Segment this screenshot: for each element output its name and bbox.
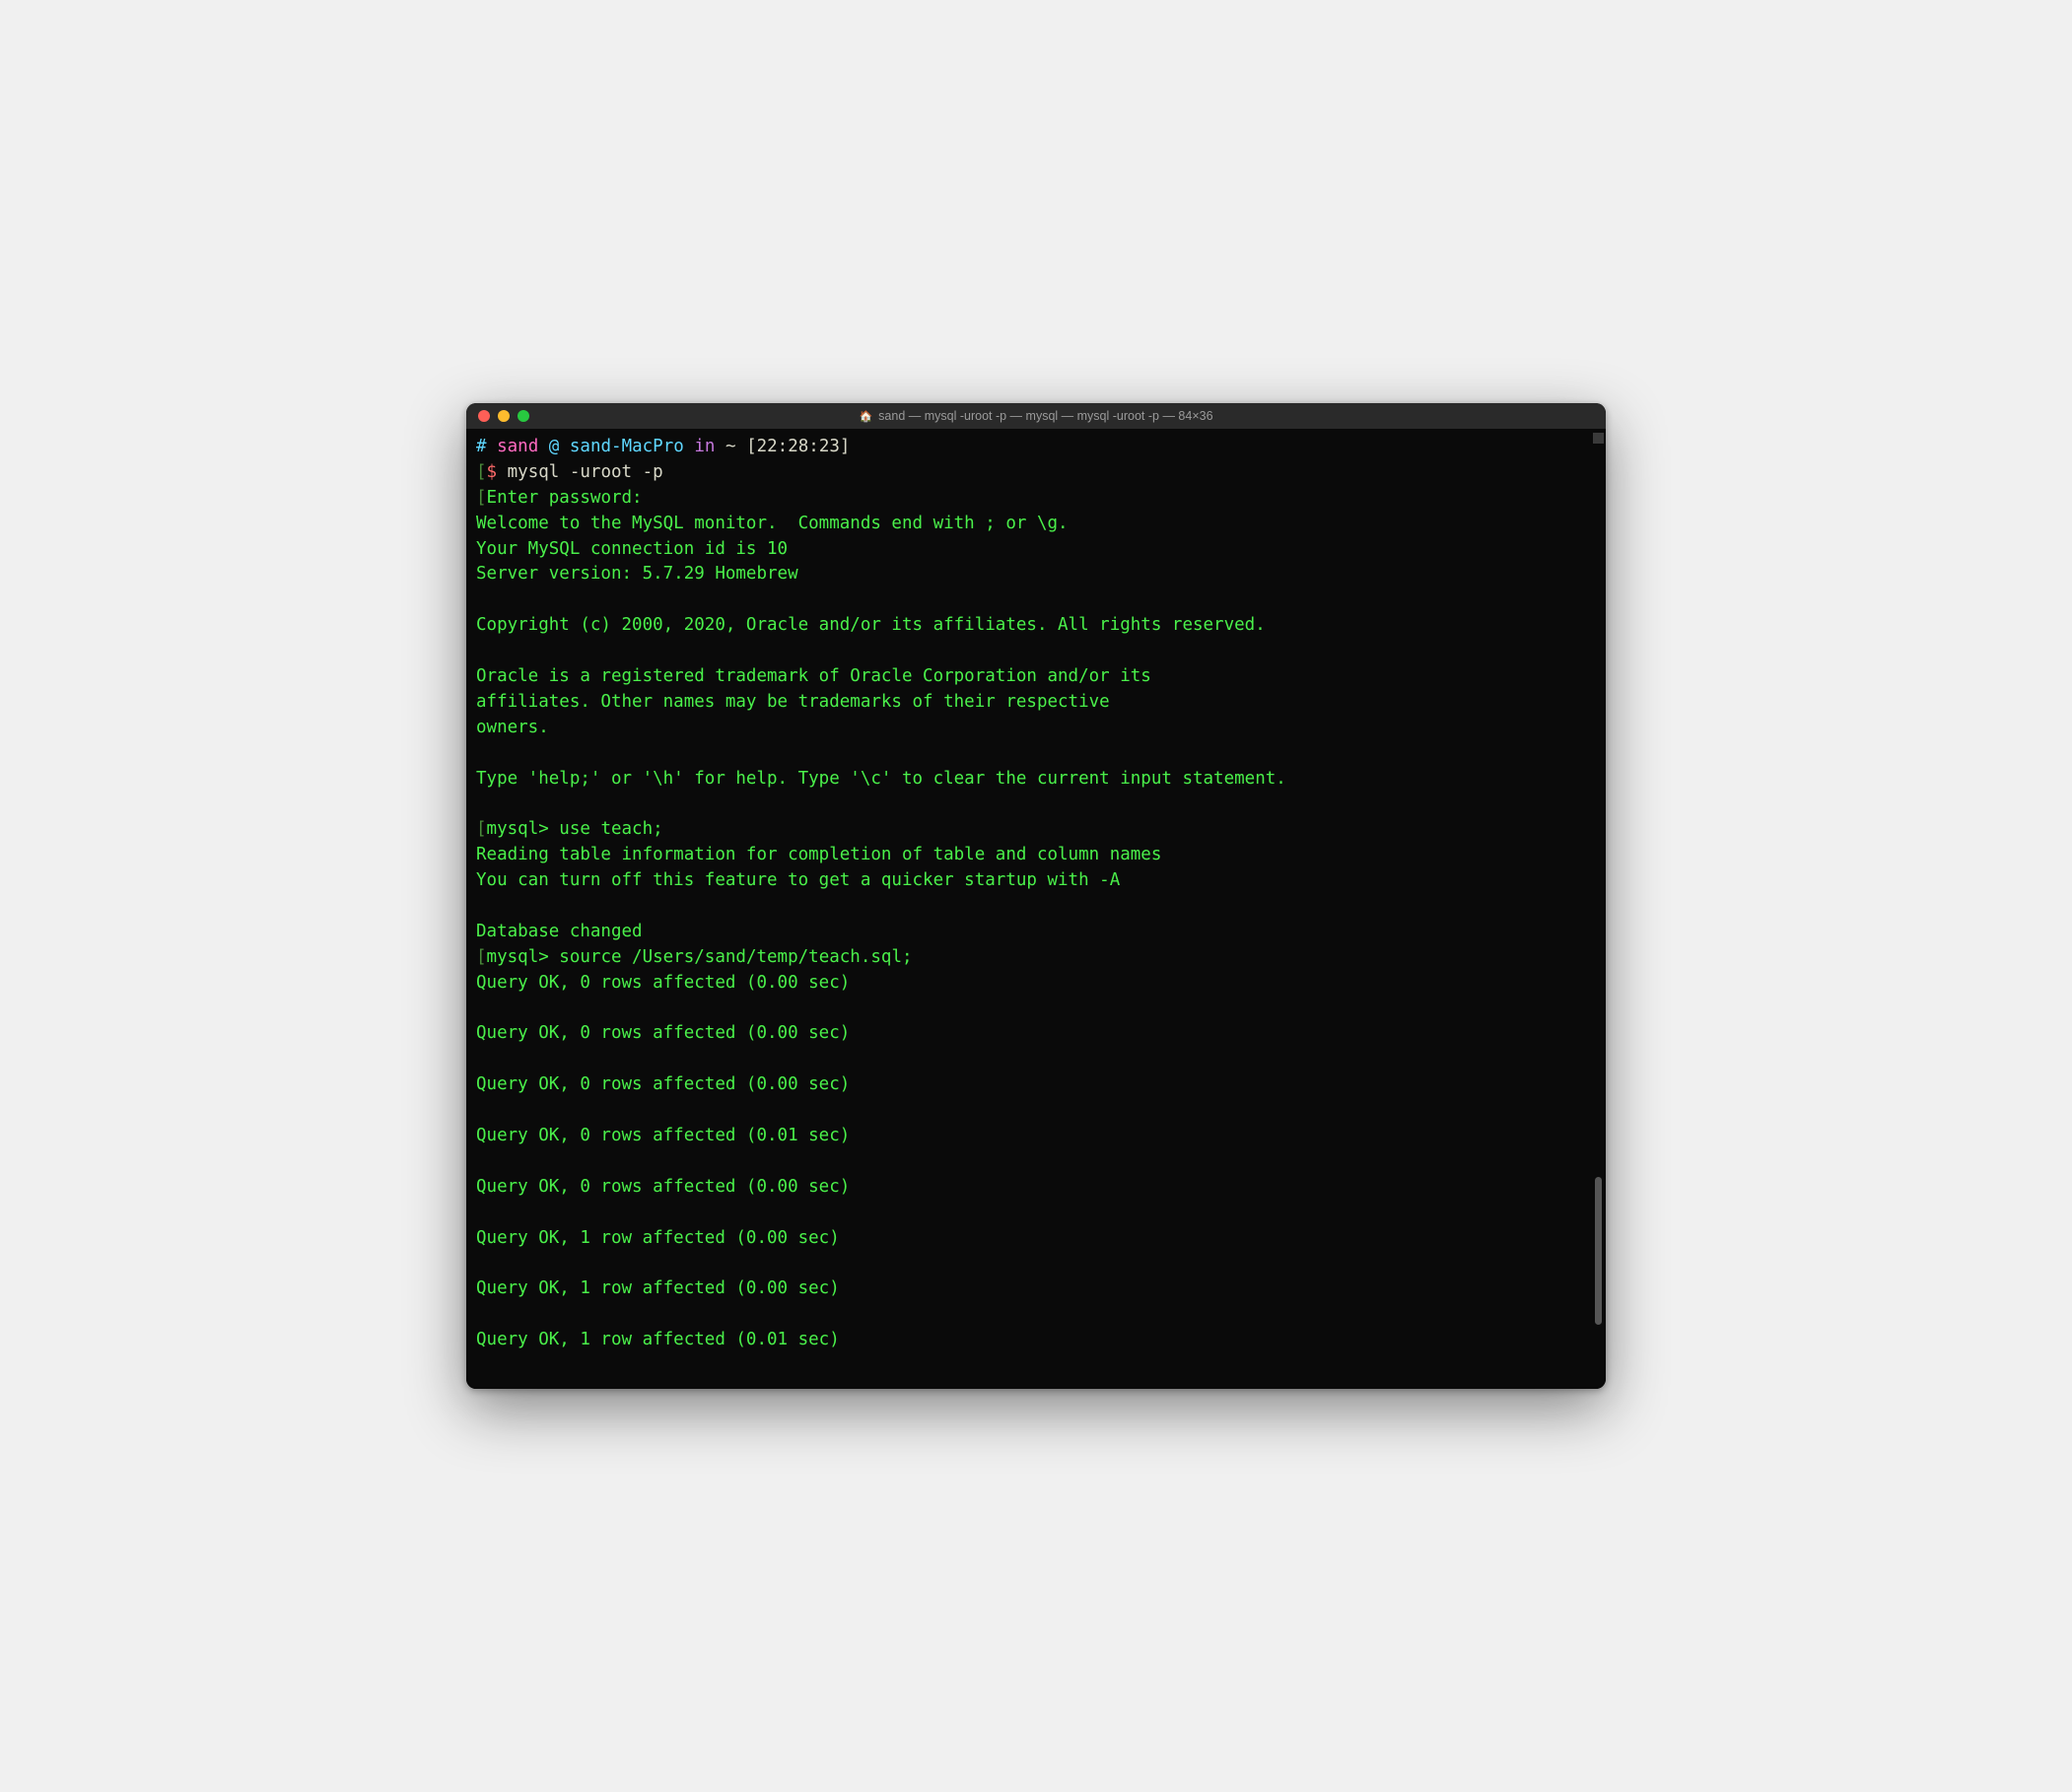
titlebar: 🏠 sand — mysql -uroot -p — mysql — mysql… (466, 403, 1606, 429)
scrollbar-top-marker (1593, 433, 1604, 444)
scrollbar-track[interactable] (1592, 431, 1604, 1387)
prompt-at: @ (549, 437, 560, 456)
minimize-button[interactable] (498, 410, 510, 422)
prompt-in: in (694, 437, 715, 456)
output-line: Your MySQL connection id is 10 (476, 539, 788, 559)
prompt-hash: # (476, 437, 487, 456)
scrollbar-thumb[interactable] (1595, 1177, 1602, 1325)
line-lb: [ (476, 488, 487, 508)
output-line: Type 'help;' or '\h' for help. Type '\c'… (476, 769, 1286, 789)
output-line: Query OK, 1 row affected (0.00 sec) (476, 1278, 840, 1298)
mysql-prompt: mysql> (487, 947, 549, 967)
prompt-dollar: $ (487, 462, 498, 482)
terminal-content[interactable]: # sand @ sand-MacPro in ~ [22:28:23] [$ … (476, 435, 1596, 1353)
terminal-window: 🏠 sand — mysql -uroot -p — mysql — mysql… (466, 403, 1606, 1389)
close-button[interactable] (478, 410, 490, 422)
output-line: Query OK, 1 row affected (0.01 sec) (476, 1330, 840, 1349)
mysql-command: source /Users/sand/temp/teach.sql; (549, 947, 913, 967)
terminal-area[interactable]: # sand @ sand-MacPro in ~ [22:28:23] [$ … (466, 429, 1606, 1389)
output-line: Query OK, 0 rows affected (0.00 sec) (476, 1177, 850, 1197)
line-lb: [ (476, 819, 487, 839)
output-line: Copyright (c) 2000, 2020, Oracle and/or … (476, 615, 1266, 635)
prompt-rb: ] (840, 437, 851, 456)
mysql-command: use teach; (549, 819, 663, 839)
traffic-lights (466, 410, 529, 422)
output-line: Query OK, 0 rows affected (0.00 sec) (476, 1074, 850, 1094)
output-line: Enter password: (487, 488, 643, 508)
prompt-lb: [ (746, 437, 757, 456)
window-title-text: sand — mysql -uroot -p — mysql — mysql -… (878, 409, 1212, 423)
output-line: Oracle is a registered trademark of Orac… (476, 666, 1151, 686)
home-icon: 🏠 (859, 410, 872, 423)
mysql-prompt: mysql> (487, 819, 549, 839)
output-line: Query OK, 1 row affected (0.00 sec) (476, 1228, 840, 1248)
output-line: You can turn off this feature to get a q… (476, 870, 1120, 890)
output-line: Query OK, 0 rows affected (0.01 sec) (476, 1126, 850, 1145)
line-lb: [ (476, 947, 487, 967)
line-lb: [ (476, 462, 487, 482)
output-line: owners. (476, 718, 549, 737)
output-line: Welcome to the MySQL monitor. Commands e… (476, 514, 1069, 533)
window-title: 🏠 sand — mysql -uroot -p — mysql — mysql… (466, 409, 1606, 423)
output-line: Server version: 5.7.29 Homebrew (476, 564, 798, 584)
prompt-user: sand (497, 437, 538, 456)
output-line: Database changed (476, 922, 643, 941)
output-line: Query OK, 0 rows affected (0.00 sec) (476, 973, 850, 993)
output-line: Reading table information for completion… (476, 845, 1161, 864)
output-line: affiliates. Other names may be trademark… (476, 692, 1110, 712)
prompt-path: ~ (725, 437, 736, 456)
maximize-button[interactable] (518, 410, 529, 422)
prompt-host: sand-MacPro (570, 437, 684, 456)
output-line: Query OK, 0 rows affected (0.00 sec) (476, 1023, 850, 1043)
shell-command: mysql -uroot -p (508, 462, 663, 482)
prompt-time: 22:28:23 (757, 437, 840, 456)
